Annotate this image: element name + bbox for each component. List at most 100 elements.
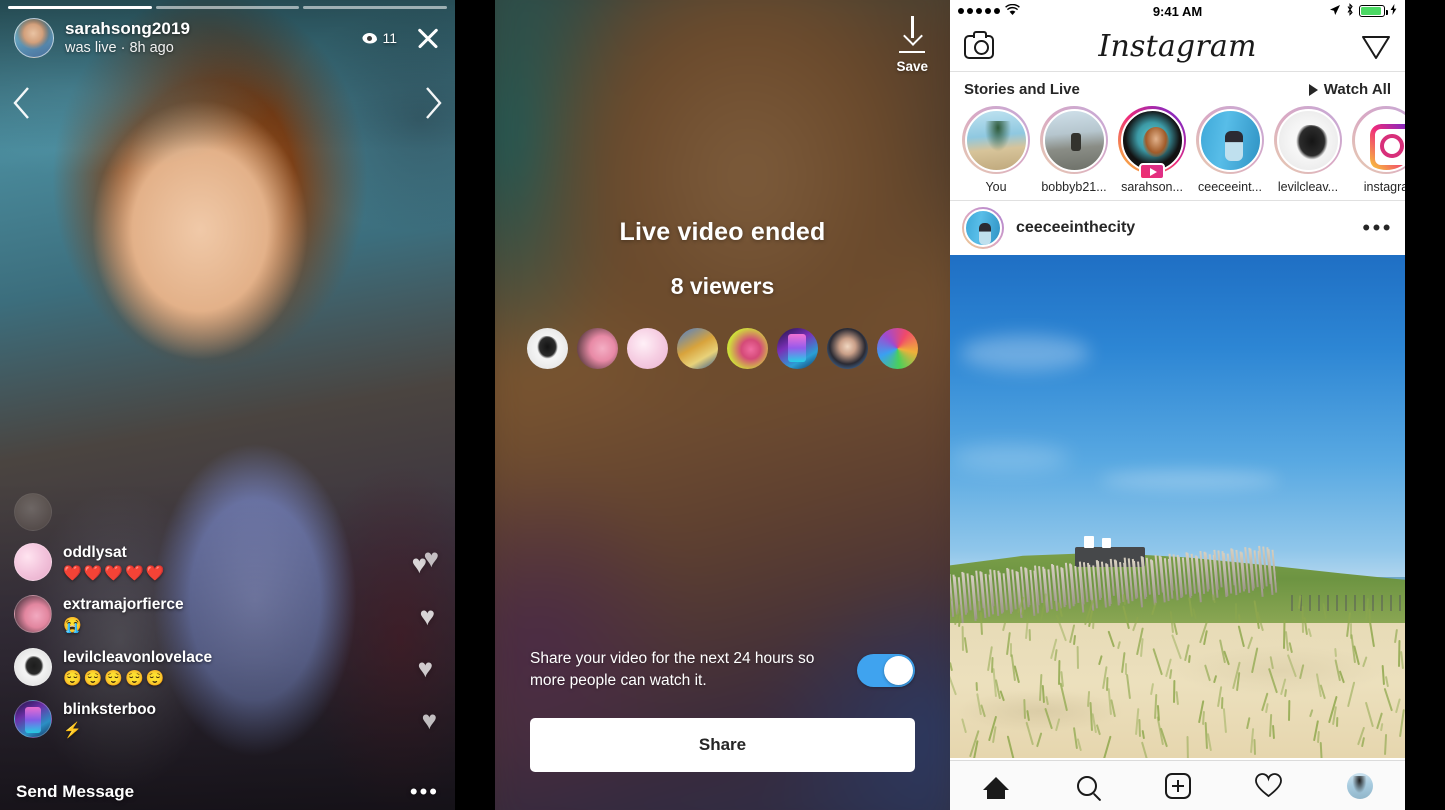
story-thumbnail <box>964 108 1028 172</box>
comment-body: blinksterboo ⚡ <box>63 700 156 740</box>
share-setting-row: Share your video for the next 24 hours s… <box>495 648 950 692</box>
share-button[interactable]: Share <box>530 718 915 772</box>
post-photo[interactable] <box>950 255 1405 758</box>
post-more-options-icon[interactable]: ••• <box>1362 217 1393 239</box>
direct-send-icon[interactable] <box>1361 33 1391 61</box>
comment-body: extramajorfierce 😭 <box>63 595 184 635</box>
live-ended-summary: Live video ended 8 viewers <box>495 218 950 369</box>
stories-title: Stories and Live <box>964 81 1080 98</box>
avatar[interactable] <box>14 595 52 634</box>
story-ring <box>1196 106 1264 174</box>
play-triangle-icon <box>1308 83 1318 96</box>
cloud <box>1100 470 1280 490</box>
profile-avatar-icon[interactable] <box>1336 768 1384 804</box>
story-thumbnail <box>1354 108 1405 172</box>
progress-segment <box>155 6 300 9</box>
location-arrow-icon <box>1329 4 1341 19</box>
story-label: instagra <box>1363 180 1405 194</box>
comment-text: ❤️❤️❤️❤️❤️ <box>63 565 167 583</box>
avatar[interactable] <box>962 207 1004 249</box>
story-label: ceeceeint... <box>1198 180 1262 194</box>
avatar[interactable] <box>627 328 668 369</box>
story-ring <box>962 106 1030 174</box>
viewers-count-label: 8 viewers <box>670 273 775 299</box>
list-item: oddlysat ❤️❤️❤️❤️❤️ <box>14 543 441 583</box>
app-logo: Instagram <box>1098 29 1257 64</box>
search-icon[interactable] <box>1063 768 1111 804</box>
cloud <box>960 335 1090 371</box>
bluetooth-icon <box>1346 3 1354 19</box>
avatar[interactable] <box>677 328 718 369</box>
home-icon[interactable] <box>972 768 1020 804</box>
watch-all-button[interactable]: Watch All <box>1308 81 1391 98</box>
comment-username[interactable]: levilcleavonlovelace <box>63 649 212 668</box>
stories-row: You bobbyb21... sarahson... ceeceeint...… <box>950 102 1405 200</box>
story-item-ceeceeint[interactable]: ceeceeint... <box>1196 106 1264 194</box>
sky-region <box>950 255 1405 590</box>
close-icon[interactable] <box>415 25 441 51</box>
battery-icon <box>1359 5 1388 17</box>
story-ring <box>1274 106 1342 174</box>
viewer-count: 11 <box>362 30 397 46</box>
send-message-input[interactable]: Send Message <box>16 782 134 802</box>
download-arrow-icon <box>898 16 926 50</box>
avatar[interactable] <box>14 18 54 58</box>
live-ended-screen: Save Live video ended 8 viewers Share yo… <box>495 0 950 810</box>
story-item-levilcleav[interactable]: levilcleav... <box>1274 106 1342 194</box>
post-header: ceeceeinthecity ••• <box>950 201 1405 255</box>
avatar[interactable] <box>14 647 52 686</box>
story-item-you[interactable]: You <box>962 106 1030 194</box>
list-item: blinksterboo ⚡ <box>14 699 441 740</box>
toggle-knob <box>884 655 913 685</box>
comment-username[interactable]: blinksterboo <box>63 701 156 720</box>
add-post-icon[interactable] <box>1154 768 1202 804</box>
status-bar: 9:41 AM <box>950 0 1405 22</box>
share-setting-label: Share your video for the next 24 hours s… <box>530 650 815 689</box>
list-item: extramajorfierce 😭 <box>14 595 441 635</box>
comment-text: ⚡ <box>63 721 84 739</box>
comment-text: 😭 <box>63 617 84 635</box>
comment-username[interactable]: oddlysat <box>63 544 166 563</box>
chevron-right-icon[interactable] <box>425 86 443 120</box>
three-phone-screenshots: sarahsong2019 was live · 8h ago 11 ♥ ♥ ♥… <box>0 0 1445 810</box>
avatar[interactable] <box>577 328 618 369</box>
avatar[interactable] <box>527 328 568 369</box>
app-top-bar: Instagram <box>950 22 1405 72</box>
story-item-instagram[interactable]: instagra <box>1352 106 1405 194</box>
avatar[interactable] <box>727 328 768 369</box>
bottom-navigation-bar <box>950 760 1405 810</box>
story-item-bobbyb21[interactable]: bobbyb21... <box>1040 106 1108 194</box>
avatar[interactable] <box>14 543 52 582</box>
post-username[interactable]: ceeceeinthecity <box>1016 219 1135 237</box>
camera-icon[interactable] <box>964 30 994 59</box>
charging-bolt-icon <box>1390 4 1397 18</box>
live-header-text: sarahsong2019 was live · 8h ago <box>65 19 190 56</box>
avatar[interactable] <box>877 328 918 369</box>
chevron-left-icon[interactable] <box>12 86 30 120</box>
live-username[interactable]: sarahsong2019 <box>65 19 190 38</box>
avatar[interactable] <box>14 699 52 738</box>
beach-grass <box>950 593 1405 758</box>
story-item-sarahsong[interactable]: sarahson... <box>1118 106 1186 194</box>
viewer-avatar-list <box>495 328 950 369</box>
comment-text: 😌😌😌😌😌 <box>63 669 167 687</box>
more-options-icon[interactable]: ••• <box>410 781 439 803</box>
story-label: sarahson... <box>1121 180 1183 194</box>
story-ring <box>1352 106 1405 174</box>
story-ring <box>1040 106 1108 174</box>
comment-username[interactable]: extramajorfierce <box>63 596 184 615</box>
download-underline <box>899 51 926 54</box>
save-button[interactable]: Save <box>896 16 928 74</box>
instagram-feed-screen: 9:41 AM Instagram Stories and Live Watch… <box>950 0 1405 810</box>
avatar[interactable] <box>777 328 818 369</box>
live-subtitle: was live · 8h ago <box>65 40 174 57</box>
story-thumbnail <box>1198 108 1262 172</box>
comment-body: oddlysat ❤️❤️❤️❤️❤️ <box>63 543 166 583</box>
avatar-image <box>964 209 1002 247</box>
status-bar-left <box>958 3 1020 18</box>
share-toggle[interactable] <box>857 653 915 687</box>
avatar[interactable] <box>827 328 868 369</box>
activity-heart-icon[interactable] <box>1245 768 1293 804</box>
story-label: bobbyb21... <box>1041 180 1107 194</box>
progress-segment <box>303 6 448 9</box>
